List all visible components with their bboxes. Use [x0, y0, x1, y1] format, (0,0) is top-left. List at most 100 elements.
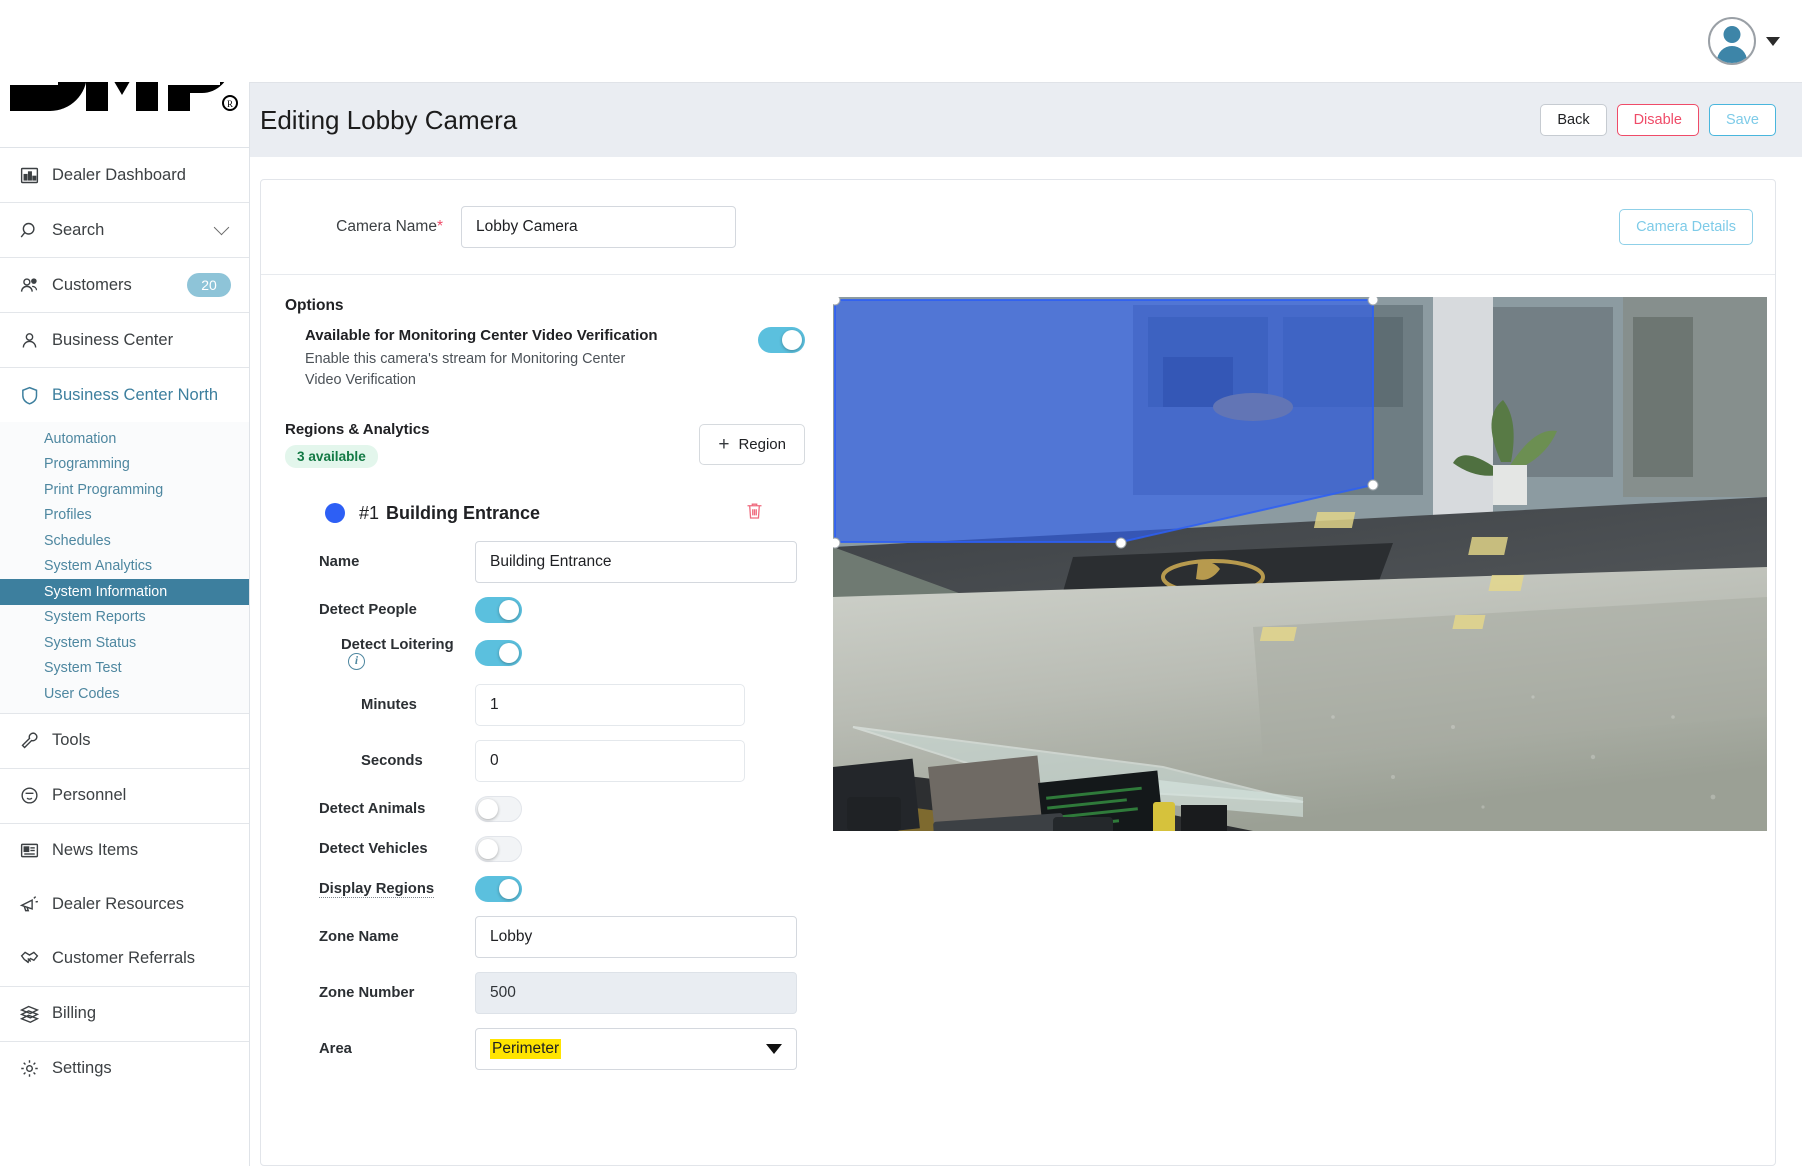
- display-regions-row: Display Regions: [285, 875, 805, 902]
- region-overlay-polygon[interactable]: [833, 297, 1767, 831]
- zone-number-label: Zone Number: [319, 984, 415, 1001]
- sidebar-subitem-system-test[interactable]: System Test: [0, 656, 249, 682]
- camera-details-button[interactable]: Camera Details: [1619, 209, 1753, 245]
- detect-animals-label: Detect Animals: [319, 800, 426, 817]
- chevron-down-icon[interactable]: [1766, 36, 1780, 46]
- sidebar-item-news-items[interactable]: News Items: [0, 824, 249, 878]
- add-region-button[interactable]: + Region: [699, 423, 805, 465]
- sidebar-subitem-system-status[interactable]: System Status: [0, 630, 249, 656]
- detect-vehicles-row: Detect Vehicles: [285, 835, 805, 862]
- sidebar-item-label: Tools: [52, 731, 91, 749]
- region-name-row: Name: [285, 540, 805, 583]
- region-handle[interactable]: [1115, 537, 1127, 549]
- seconds-input[interactable]: [475, 739, 745, 782]
- save-button[interactable]: Save: [1708, 103, 1776, 137]
- sidebar-item-dealer-dashboard[interactable]: Dealer Dashboard: [0, 148, 249, 203]
- camera-name-input[interactable]: [461, 206, 736, 248]
- sidebar-item-personnel[interactable]: Personnel: [0, 769, 249, 824]
- chevron-down-icon[interactable]: [213, 219, 230, 236]
- detect-loitering-toggle[interactable]: [475, 640, 522, 667]
- chevron-down-icon[interactable]: [766, 1043, 782, 1054]
- display-regions-label: Display Regions: [319, 880, 435, 898]
- back-button[interactable]: Back: [1540, 103, 1607, 137]
- sidebar-item-label: Customers: [52, 275, 132, 294]
- dashboard-icon: [18, 164, 40, 186]
- add-region-label: Region: [738, 435, 786, 453]
- sidebar-subitem-programming[interactable]: Programming: [0, 452, 249, 478]
- sidebar-subitem-print-programming[interactable]: Print Programming: [0, 477, 249, 503]
- zone-number-input: [475, 971, 797, 1014]
- camera-name-row: Camera Name* Camera Details: [261, 180, 1775, 275]
- sidebar-item-business-center-north[interactable]: Business Center North: [0, 368, 249, 422]
- sidebar-item-label: Dealer Dashboard: [52, 165, 186, 184]
- regions-header: Regions & Analytics 3 available + Region: [285, 421, 805, 468]
- monitoring-toggle[interactable]: [758, 327, 805, 353]
- trash-icon[interactable]: [744, 500, 765, 527]
- sidebar-subitem-system-information[interactable]: System Information: [0, 579, 249, 605]
- sidebar-item-label: Search: [52, 220, 105, 239]
- sidebar-item-label: Customer Referrals: [52, 949, 196, 967]
- sidebar-item-customers[interactable]: Customers 20: [0, 258, 249, 313]
- sidebar-item-settings[interactable]: Settings: [0, 1042, 249, 1096]
- regions-available-badge: 3 available: [285, 444, 378, 468]
- detect-people-toggle[interactable]: [475, 596, 522, 623]
- sidebar-item-search[interactable]: Search: [0, 203, 249, 258]
- seconds-label: Seconds: [361, 752, 423, 769]
- sidebar-item-tools[interactable]: Tools: [0, 714, 249, 769]
- handshake-icon: [18, 948, 40, 970]
- region-color-swatch: [325, 503, 345, 524]
- plus-icon: +: [718, 433, 730, 455]
- seconds-row: Seconds: [285, 739, 805, 782]
- zone-name-row: Zone Name: [285, 915, 805, 958]
- user-menu[interactable]: [1708, 17, 1780, 65]
- sidebar-submenu: Automation Programming Print Programming…: [0, 422, 249, 714]
- lobby-camera-live-view[interactable]: [833, 297, 1767, 831]
- info-icon[interactable]: i: [348, 652, 365, 670]
- sidebar-item-business-center[interactable]: Business Center: [0, 313, 249, 368]
- sidebar-subitem-user-codes[interactable]: User Codes: [0, 681, 249, 707]
- region-number: #1: [359, 502, 380, 523]
- sidebar-subitem-profiles[interactable]: Profiles: [0, 503, 249, 529]
- zone-name-input[interactable]: [475, 915, 797, 958]
- sidebar-subitem-system-analytics[interactable]: System Analytics: [0, 554, 249, 580]
- disable-button[interactable]: Disable: [1616, 103, 1699, 137]
- page-title: Editing Lobby Camera: [260, 104, 518, 135]
- sidebar-item-label: Personnel: [52, 786, 127, 804]
- region-name-input[interactable]: [475, 540, 797, 583]
- area-selected-value: Perimeter: [490, 1038, 562, 1059]
- sidebar-subitem-automation[interactable]: Automation: [0, 426, 249, 452]
- sidebar-subitem-schedules[interactable]: Schedules: [0, 528, 249, 554]
- person-icon: [18, 329, 40, 351]
- sidebar-item-label: News Items: [52, 841, 139, 859]
- svg-text:R: R: [227, 99, 233, 109]
- sidebar-item-dealer-resources[interactable]: Dealer Resources: [0, 878, 249, 932]
- monitoring-option-row: Available for Monitoring Center Video Ve…: [285, 327, 805, 391]
- zone-number-row: Zone Number: [285, 971, 805, 1014]
- monitoring-option-title: Available for Monitoring Center Video Ve…: [305, 327, 658, 344]
- options-section-title: Options: [285, 297, 344, 314]
- sidebar-item-label: Settings: [52, 1059, 112, 1077]
- detect-vehicles-toggle[interactable]: [475, 835, 522, 862]
- billing-icon: [18, 1003, 40, 1025]
- detect-loitering-label: Detect Loiteringi: [285, 637, 475, 670]
- sidebar-item-label: Dealer Resources: [52, 895, 185, 913]
- main-content: Editing Lobby Camera Back Disable Save C…: [250, 82, 1802, 1166]
- area-select[interactable]: Perimeter: [475, 1027, 797, 1070]
- settings-column: Options Available for Monitoring Center …: [285, 297, 805, 1165]
- detect-people-row: Detect People: [285, 596, 805, 623]
- region-handle[interactable]: [1367, 479, 1379, 491]
- regions-title: Regions & Analytics: [285, 420, 430, 438]
- sidebar-item-customer-referrals[interactable]: Customer Referrals: [0, 932, 249, 987]
- detect-people-label: Detect People: [319, 601, 417, 618]
- sidebar-item-label: Business Center North: [52, 385, 218, 404]
- camera-name-label: Camera Name*: [336, 218, 443, 235]
- minutes-input[interactable]: [475, 683, 745, 726]
- minutes-label: Minutes: [361, 696, 417, 713]
- monitoring-option-description: Enable this camera's stream for Monitori…: [305, 351, 626, 388]
- news-icon: [18, 840, 40, 862]
- detect-animals-toggle[interactable]: [475, 795, 522, 822]
- sidebar-subitem-system-reports[interactable]: System Reports: [0, 605, 249, 631]
- display-regions-toggle[interactable]: [475, 875, 522, 902]
- sidebar-item-billing[interactable]: Billing: [0, 987, 249, 1042]
- avatar[interactable]: [1708, 17, 1756, 65]
